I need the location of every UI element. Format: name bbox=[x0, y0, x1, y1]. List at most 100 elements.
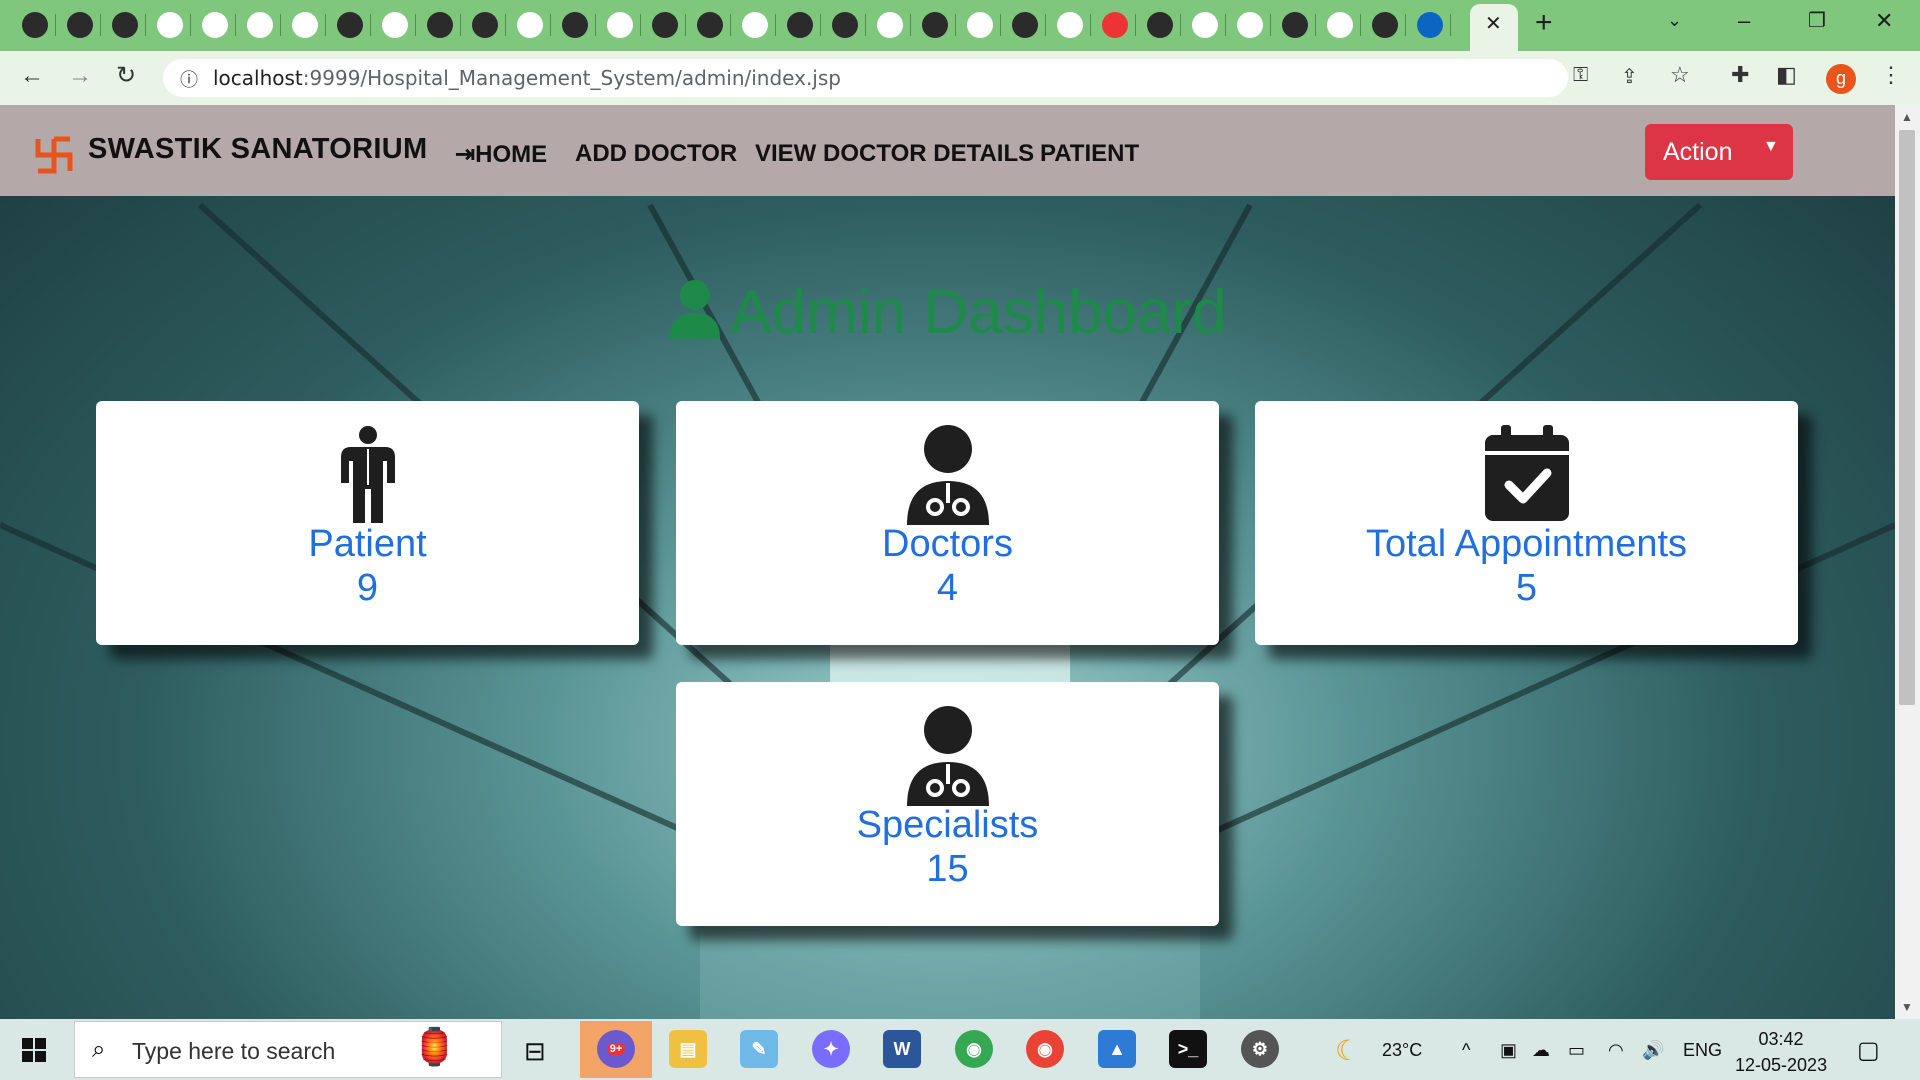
password-key-icon[interactable]: ⚿ bbox=[1573, 64, 1588, 87]
discord-app-icon[interactable]: 9+ bbox=[597, 1030, 635, 1068]
restore-icon[interactable]: ❐ bbox=[1808, 8, 1826, 33]
tab-favicon-icon[interactable] bbox=[517, 12, 543, 38]
file-explorer-icon[interactable]: ▤ bbox=[669, 1030, 707, 1068]
tab-favicon-icon[interactable] bbox=[877, 12, 903, 38]
word-app-icon[interactable]: W bbox=[883, 1030, 921, 1068]
weather-temp[interactable]: 23°C bbox=[1382, 1040, 1422, 1061]
tab-favicon-icon[interactable] bbox=[742, 12, 768, 38]
card-label: Doctors bbox=[882, 523, 1013, 565]
patient-card[interactable]: Patient 9 bbox=[96, 401, 639, 645]
tab-separator bbox=[505, 14, 506, 36]
tab-favicon-icon[interactable] bbox=[1282, 12, 1308, 38]
meet-now-icon[interactable]: ▣ bbox=[1500, 1040, 1517, 1061]
tab-separator bbox=[1360, 14, 1361, 36]
tab-favicon-icon[interactable] bbox=[1057, 12, 1083, 38]
tab-favicon-icon[interactable] bbox=[1372, 12, 1398, 38]
tab-favicon-icon[interactable] bbox=[652, 12, 678, 38]
person-standing-icon bbox=[340, 426, 395, 523]
doctors-card[interactable]: Doctors 4 bbox=[676, 401, 1219, 645]
tab-favicon-icon[interactable] bbox=[247, 12, 273, 38]
tab-favicon-icon[interactable] bbox=[832, 12, 858, 38]
tab-favicon-icon[interactable] bbox=[1327, 12, 1353, 38]
brand-name[interactable]: SWASTIK SANATORIUM bbox=[88, 133, 427, 166]
chrome-profile-app-icon[interactable]: ◉ bbox=[1026, 1030, 1064, 1068]
onedrive-cloud-icon[interactable]: ☁ bbox=[1532, 1040, 1550, 1061]
notepad-app-icon[interactable]: ✎ bbox=[740, 1030, 778, 1068]
forward-icon[interactable]: → bbox=[68, 62, 92, 90]
new-tab-icon[interactable]: + bbox=[1535, 6, 1553, 40]
bookmark-star-icon[interactable]: ☆ bbox=[1670, 62, 1690, 88]
chrome-app-icon[interactable]: ◉ bbox=[955, 1030, 993, 1068]
specialists-card[interactable]: Specialists 15 bbox=[676, 682, 1219, 926]
volume-icon[interactable]: 🔊 bbox=[1642, 1040, 1664, 1061]
tab-favicon-icon[interactable] bbox=[337, 12, 363, 38]
tab-favicon-icon[interactable] bbox=[1147, 12, 1173, 38]
tab-favicon-icon[interactable] bbox=[112, 12, 138, 38]
tab-favicon-icon[interactable] bbox=[1237, 12, 1263, 38]
tab-separator bbox=[910, 14, 911, 36]
action-dropdown-button[interactable]: Action ▼ bbox=[1645, 124, 1793, 180]
tab-favicon-icon[interactable] bbox=[202, 12, 228, 38]
scroll-up-arrow-icon[interactable]: ▲ bbox=[1901, 110, 1913, 124]
tab-favicon-icon[interactable] bbox=[922, 12, 948, 38]
task-view-icon[interactable]: ⊟ bbox=[524, 1036, 546, 1067]
taskbar-search-input[interactable]: Type here to search bbox=[132, 1038, 335, 1065]
tab-favicon-icon[interactable] bbox=[697, 12, 723, 38]
show-hidden-icons-icon[interactable]: ^ bbox=[1462, 1040, 1470, 1061]
scroll-down-arrow-icon[interactable]: ▼ bbox=[1901, 1000, 1913, 1014]
window-close-icon[interactable]: ✕ bbox=[1875, 8, 1893, 34]
browser-tab-strip: ✕ + ⌄ – ❐ ✕ bbox=[0, 0, 1920, 51]
tab-favicon-icon[interactable] bbox=[1102, 12, 1128, 38]
nav-add-doctor-link[interactable]: ADD DOCTOR bbox=[575, 140, 737, 168]
copilot-app-icon[interactable]: ✦ bbox=[812, 1030, 850, 1068]
tab-separator bbox=[1405, 14, 1406, 36]
tab-separator bbox=[1270, 14, 1271, 36]
tab-separator bbox=[460, 14, 461, 36]
game-app-icon[interactable]: ⚙ bbox=[1241, 1030, 1279, 1068]
weather-moon-icon[interactable]: ☾ bbox=[1335, 1034, 1360, 1067]
tab-favicon-icon[interactable] bbox=[562, 12, 588, 38]
tab-favicon-icon[interactable] bbox=[292, 12, 318, 38]
menu-kebab-icon[interactable]: ⋮ bbox=[1880, 62, 1902, 88]
tab-favicon-icon[interactable] bbox=[67, 12, 93, 38]
windows-start-icon[interactable] bbox=[22, 1038, 46, 1062]
swastik-logo-icon[interactable] bbox=[34, 135, 74, 175]
reload-icon[interactable]: ↻ bbox=[116, 61, 136, 90]
back-icon[interactable]: ← bbox=[20, 62, 44, 90]
url-text[interactable]: localhost:9999/Hospital_Management_Syste… bbox=[213, 66, 841, 90]
scrollbar-thumb[interactable] bbox=[1899, 130, 1915, 705]
terminal-app-icon[interactable]: >_ bbox=[1169, 1030, 1207, 1068]
card-count: 4 bbox=[936, 567, 959, 609]
nav-patient-link[interactable]: PATIENT bbox=[1040, 140, 1139, 168]
tab-favicon-icon[interactable] bbox=[1012, 12, 1038, 38]
profile-avatar[interactable]: g bbox=[1826, 64, 1856, 94]
tab-separator bbox=[100, 14, 101, 36]
wifi-icon[interactable]: ◠ bbox=[1608, 1040, 1624, 1061]
total-appointments-card[interactable]: Total Appointments 5 bbox=[1255, 401, 1798, 645]
tab-favicon-icon[interactable] bbox=[787, 12, 813, 38]
share-icon[interactable]: ⇪ bbox=[1621, 64, 1638, 89]
tab-search-icon[interactable]: ⌄ bbox=[1667, 10, 1682, 31]
tab-favicon-icon[interactable] bbox=[382, 12, 408, 38]
tab-separator bbox=[1450, 14, 1451, 36]
language-indicator[interactable]: ENG bbox=[1683, 1040, 1722, 1061]
photos-app-icon[interactable]: ▲ bbox=[1098, 1030, 1136, 1068]
minimize-icon[interactable]: – bbox=[1738, 8, 1750, 34]
tab-favicon-icon[interactable] bbox=[157, 12, 183, 38]
tab-favicon-icon[interactable] bbox=[22, 12, 48, 38]
nav-home-link[interactable]: ⇥HOME bbox=[455, 140, 547, 169]
system-clock[interactable]: 03:42 12-05-2023 bbox=[1735, 1026, 1827, 1078]
tab-favicon-icon[interactable] bbox=[967, 12, 993, 38]
site-info-icon[interactable]: ⓘ bbox=[180, 66, 198, 92]
nav-view-doctor-details-link[interactable]: VIEW DOCTOR DETAILS bbox=[755, 140, 1034, 168]
tab-favicon-icon[interactable] bbox=[427, 12, 453, 38]
tab-favicon-icon[interactable] bbox=[1417, 12, 1443, 38]
side-panel-icon[interactable]: ◧ bbox=[1776, 62, 1797, 88]
tab-favicon-icon[interactable] bbox=[472, 12, 498, 38]
tab-favicon-icon[interactable] bbox=[607, 12, 633, 38]
tab-favicon-icon[interactable] bbox=[1192, 12, 1218, 38]
close-tab-icon[interactable]: ✕ bbox=[1485, 11, 1502, 36]
notifications-icon[interactable]: ▢ bbox=[1857, 1036, 1880, 1065]
battery-icon[interactable]: ▭ bbox=[1568, 1040, 1585, 1061]
extensions-icon[interactable]: ✚ bbox=[1731, 62, 1749, 88]
